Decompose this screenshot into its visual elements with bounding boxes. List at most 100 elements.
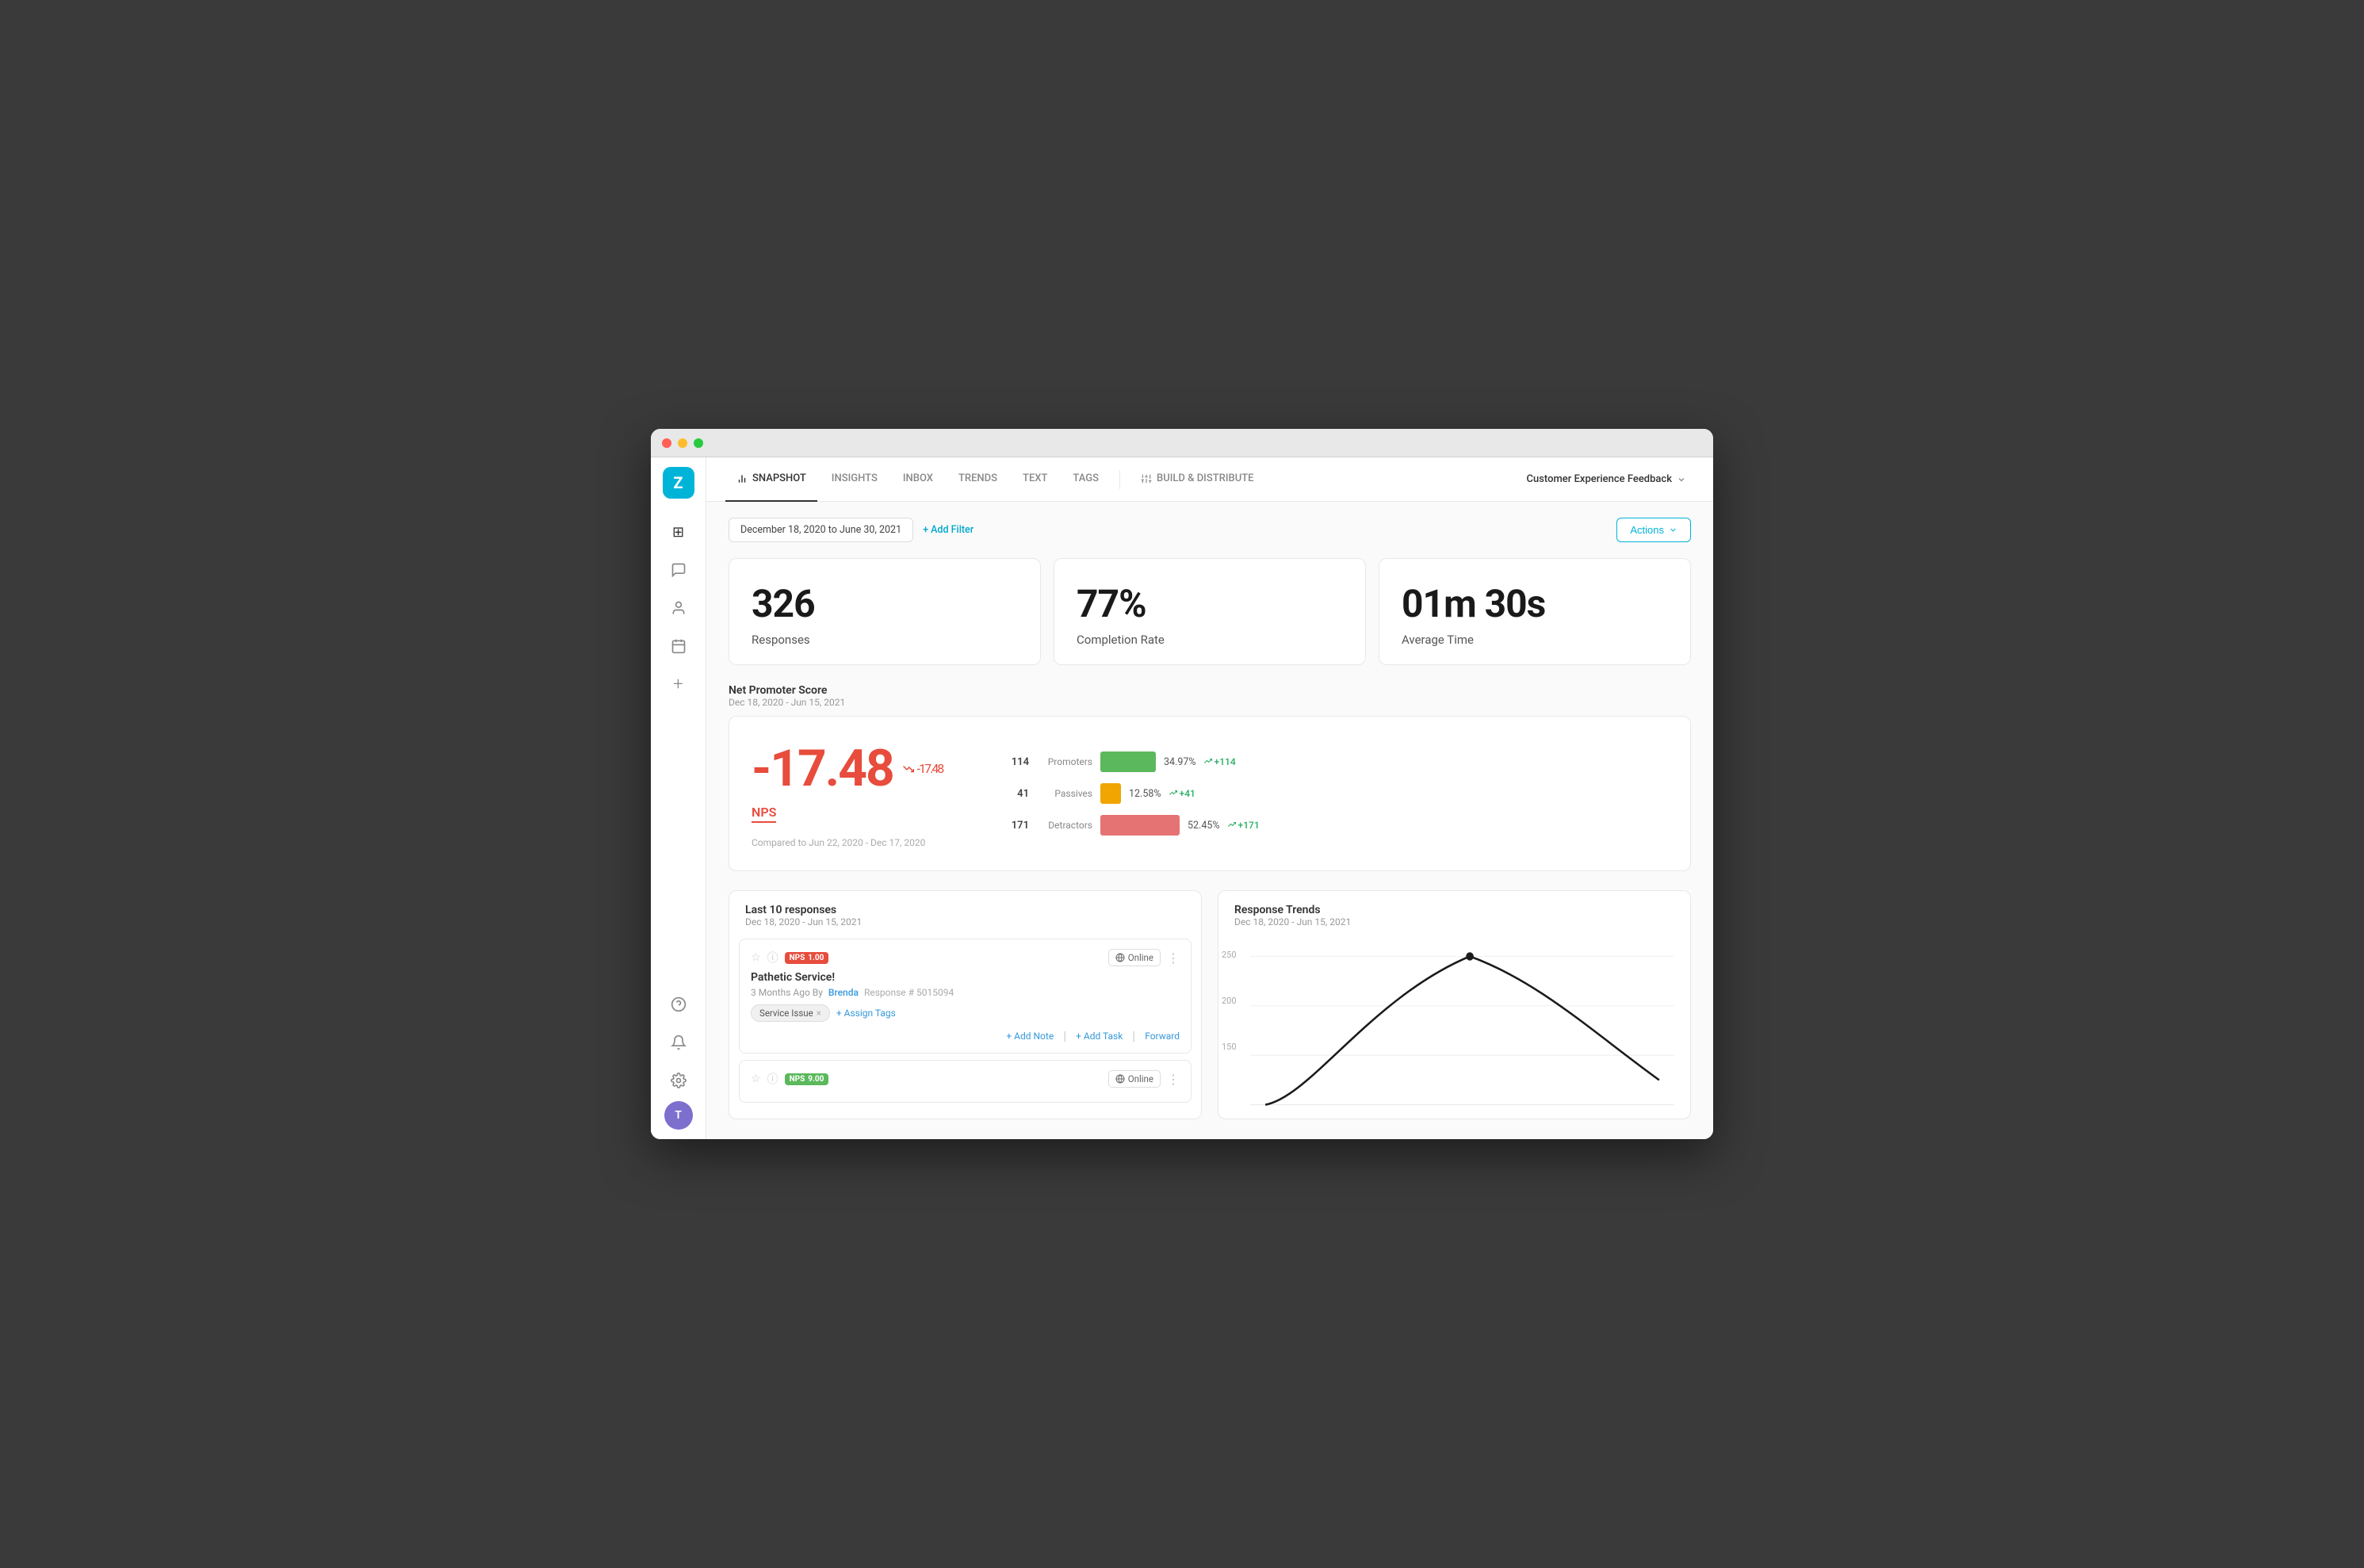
star-icon-2[interactable]: ☆ xyxy=(751,1073,761,1085)
stat-label-completion: Completion Rate xyxy=(1077,633,1343,647)
chart-y-200: 200 xyxy=(1222,996,1237,1006)
nps-score-display: -17.48 -17.48 xyxy=(752,739,958,798)
sidebar-item-user[interactable] xyxy=(661,591,696,625)
minimize-button[interactable] xyxy=(678,438,687,448)
more-options-button-2[interactable]: ⋮ xyxy=(1167,1072,1180,1087)
stat-value-completion: 77% xyxy=(1077,581,1343,626)
response-meta-info: 3 Months Ago By Brenda Response # 501509… xyxy=(751,987,1180,998)
sidebar-item-grid[interactable]: ⊞ xyxy=(661,514,696,549)
passives-count: 41 xyxy=(1005,788,1029,800)
chart-y-250: 250 xyxy=(1222,950,1237,960)
filter-bar: December 18, 2020 to June 30, 2021 + Add… xyxy=(729,518,1691,542)
titlebar xyxy=(651,429,1713,457)
forward-button[interactable]: Forward xyxy=(1145,1031,1180,1042)
tab-build[interactable]: BUILD & DISTRIBUTE xyxy=(1130,457,1265,502)
stat-completion: 77% Completion Rate xyxy=(1054,558,1366,665)
stat-responses: 326 Responses xyxy=(729,558,1041,665)
trends-header: Response Trends Dec 18, 2020 - Jun 15, 2… xyxy=(1218,891,1690,939)
channel-badge-2: Online xyxy=(1108,1070,1161,1088)
passives-label: Passives xyxy=(1037,788,1092,799)
tab-inbox[interactable]: INBOX xyxy=(892,457,944,502)
passives-bar xyxy=(1100,783,1121,804)
response-item: ☆ ⓘ NPS 1.00 xyxy=(739,939,1192,1054)
add-task-button[interactable]: + Add Task xyxy=(1076,1031,1123,1042)
nps-passives-row: 41 Passives 12.58% +41 xyxy=(1005,783,1668,804)
chart-y-150: 150 xyxy=(1222,1042,1237,1052)
date-range-filter[interactable]: December 18, 2020 to June 30, 2021 xyxy=(729,518,913,542)
promoters-bar xyxy=(1100,751,1156,772)
detractors-count: 171 xyxy=(1005,820,1029,832)
close-button[interactable] xyxy=(662,438,671,448)
nps-detractors-row: 171 Detractors 52.45% +171 xyxy=(1005,815,1668,836)
passives-pct: 12.58% xyxy=(1129,788,1161,800)
stat-label-time: Average Time xyxy=(1402,633,1668,647)
star-icon[interactable]: ☆ xyxy=(751,951,761,964)
maximize-button[interactable] xyxy=(694,438,703,448)
stat-value-responses: 326 xyxy=(752,581,1018,626)
nps-title: Net Promoter Score xyxy=(729,684,1691,697)
stat-value-time: 01m 30s xyxy=(1402,581,1668,626)
tab-trends[interactable]: TRENDS xyxy=(947,457,1008,502)
promoters-pct: 34.97% xyxy=(1164,756,1196,768)
response-meta: ☆ ⓘ NPS 1.00 xyxy=(751,950,828,966)
nps-date-range: Dec 18, 2020 - Jun 15, 2021 xyxy=(729,697,1691,708)
response-title: Pathetic Service! xyxy=(751,971,1180,984)
content-area: December 18, 2020 to June 30, 2021 + Add… xyxy=(706,502,1713,1139)
help-icon[interactable] xyxy=(661,987,696,1022)
tag-chip: Service Issue × xyxy=(751,1004,830,1022)
nps-right-panel: 114 Promoters 34.97% +114 41 xyxy=(1005,751,1668,836)
nps-label: NPS xyxy=(752,805,776,823)
app-window: Z ⊞ + xyxy=(651,429,1713,1139)
responses-list: ☆ ⓘ NPS 1.00 xyxy=(729,939,1201,1119)
sidebar-item-add[interactable]: + xyxy=(661,667,696,702)
main-content: SNAPSHOT INSIGHTS INBOX TRENDS TEXT TAGS xyxy=(706,457,1713,1139)
stats-row: 326 Responses 77% Completion Rate 01m 30… xyxy=(729,558,1691,665)
sidebar: Z ⊞ + xyxy=(651,457,706,1139)
add-filter-button[interactable]: + Add Filter xyxy=(923,524,974,536)
passives-trend: +41 xyxy=(1169,788,1195,799)
tab-snapshot[interactable]: SNAPSHOT xyxy=(725,457,817,502)
stat-time: 01m 30s Average Time xyxy=(1379,558,1691,665)
survey-selector[interactable]: Customer Experience Feedback xyxy=(1519,468,1694,490)
trends-card: Response Trends Dec 18, 2020 - Jun 15, 2… xyxy=(1218,890,1691,1119)
responses-header: Last 10 responses Dec 18, 2020 - Jun 15,… xyxy=(729,891,1201,939)
nps-change: -17.48 xyxy=(903,761,943,776)
tab-tags[interactable]: TAGS xyxy=(1062,457,1110,502)
response-tags: Service Issue × + Assign Tags xyxy=(751,1004,1180,1022)
trends-chart: 250 200 150 xyxy=(1218,939,1690,1113)
nps-promoters-row: 114 Promoters 34.97% +114 xyxy=(1005,751,1668,772)
bell-icon[interactable] xyxy=(661,1025,696,1060)
stat-label-responses: Responses xyxy=(752,633,1018,647)
detractors-bar xyxy=(1100,815,1180,836)
user-avatar[interactable]: T xyxy=(664,1101,693,1130)
channel-badge: Online xyxy=(1108,949,1161,966)
nps-badge-red: NPS 1.00 xyxy=(785,952,829,964)
response-actions: + Add Note | + Add Task | Forward xyxy=(751,1028,1180,1043)
promoters-count: 114 xyxy=(1005,756,1029,768)
response-item-header: ☆ ⓘ NPS 1.00 xyxy=(751,949,1180,966)
responses-title: Last 10 responses xyxy=(745,904,1185,916)
sidebar-item-chat[interactable] xyxy=(661,553,696,587)
detractors-label: Detractors xyxy=(1037,820,1092,831)
nps-left-panel: -17.48 -17.48 NPS Compared to Jun 22, 20… xyxy=(752,739,958,848)
trend-chart-svg xyxy=(1250,948,1674,1113)
tag-remove-button[interactable]: × xyxy=(817,1008,821,1019)
assign-tags-button[interactable]: + Assign Tags xyxy=(836,1008,896,1019)
nav-right: Customer Experience Feedback xyxy=(1519,468,1694,490)
sidebar-item-tasks[interactable] xyxy=(661,629,696,664)
more-options-button[interactable]: ⋮ xyxy=(1167,950,1180,966)
info-icon-2[interactable]: ⓘ xyxy=(767,1071,778,1087)
nps-section-header: Net Promoter Score Dec 18, 2020 - Jun 15… xyxy=(729,684,1691,708)
response-item-header-2: ☆ ⓘ NPS 9.00 xyxy=(751,1070,1180,1088)
nps-badge-green: NPS 9.00 xyxy=(785,1073,829,1085)
sidebar-bottom: T xyxy=(661,987,696,1130)
logo[interactable]: Z xyxy=(663,467,694,499)
actions-button[interactable]: Actions xyxy=(1616,518,1691,542)
info-icon[interactable]: ⓘ xyxy=(767,950,778,966)
tab-text[interactable]: TEXT xyxy=(1012,457,1058,502)
settings-icon[interactable] xyxy=(661,1063,696,1098)
promoters-trend: +114 xyxy=(1204,756,1236,767)
tab-insights[interactable]: INSIGHTS xyxy=(821,457,889,502)
add-note-button[interactable]: + Add Note xyxy=(1006,1031,1054,1042)
responses-card: Last 10 responses Dec 18, 2020 - Jun 15,… xyxy=(729,890,1202,1119)
